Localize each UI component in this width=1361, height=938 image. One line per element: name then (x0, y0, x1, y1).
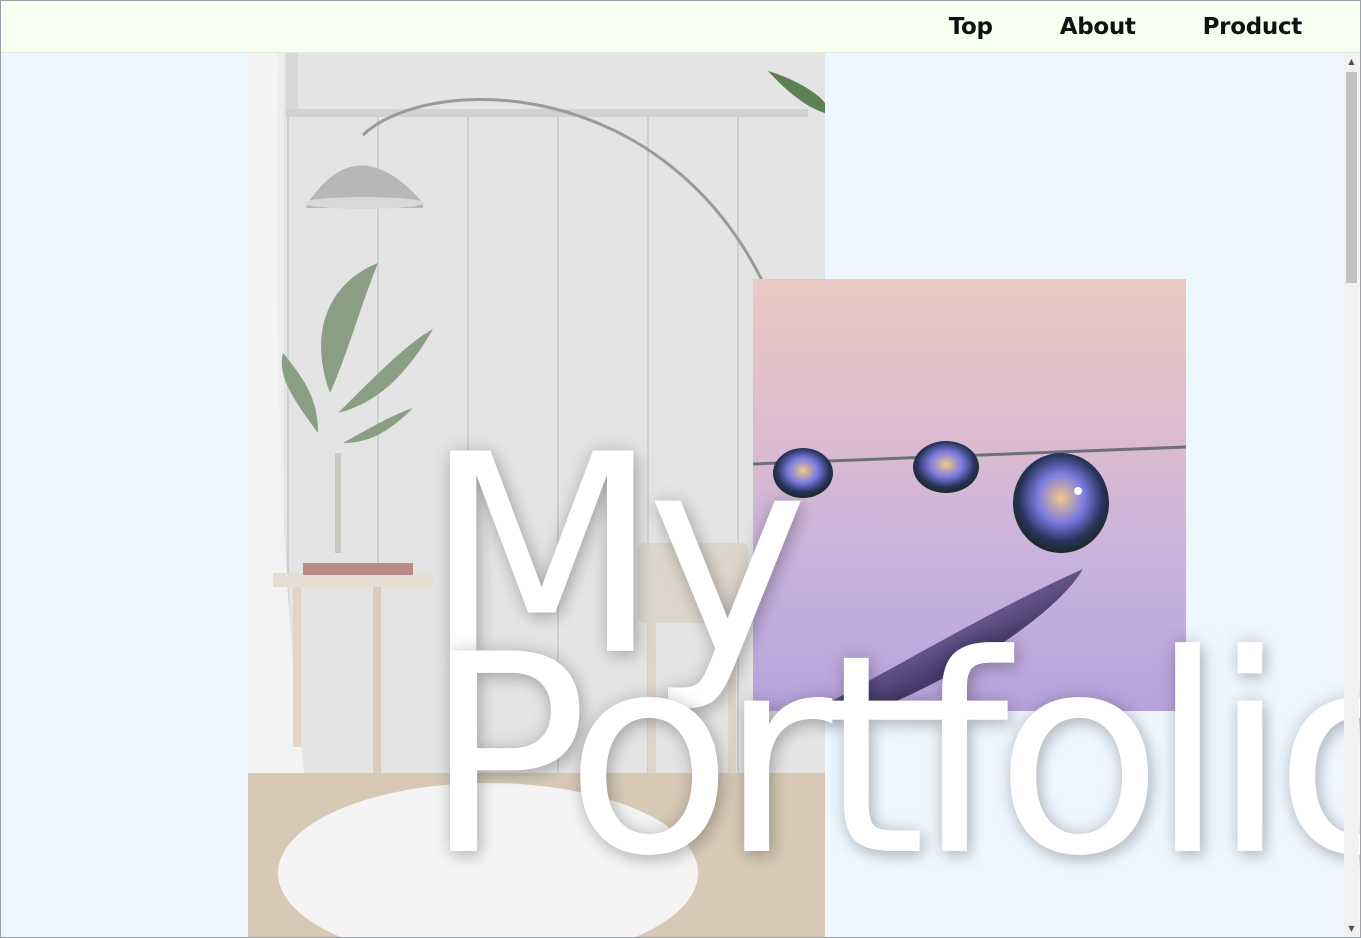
browser-viewport: Top About Product My Portfolio ▲ ▼ (0, 0, 1361, 938)
nav-link-product[interactable]: Product (1203, 14, 1303, 40)
scroll-down-arrow-icon[interactable]: ▼ (1344, 920, 1359, 937)
hero-title-line2: Portfolio (423, 596, 1361, 916)
nav-link-about[interactable]: About (1060, 14, 1136, 40)
scroll-up-arrow-icon[interactable]: ▲ (1344, 53, 1359, 70)
site-header: Top About Product (1, 1, 1360, 53)
nav-link-top[interactable]: Top (949, 14, 993, 40)
vertical-scrollbar[interactable]: ▲ ▼ (1344, 53, 1359, 937)
scrollbar-thumb[interactable] (1346, 72, 1357, 283)
hero-title: My Portfolio (423, 419, 1361, 916)
main-nav: Top About Product (882, 1, 1303, 52)
